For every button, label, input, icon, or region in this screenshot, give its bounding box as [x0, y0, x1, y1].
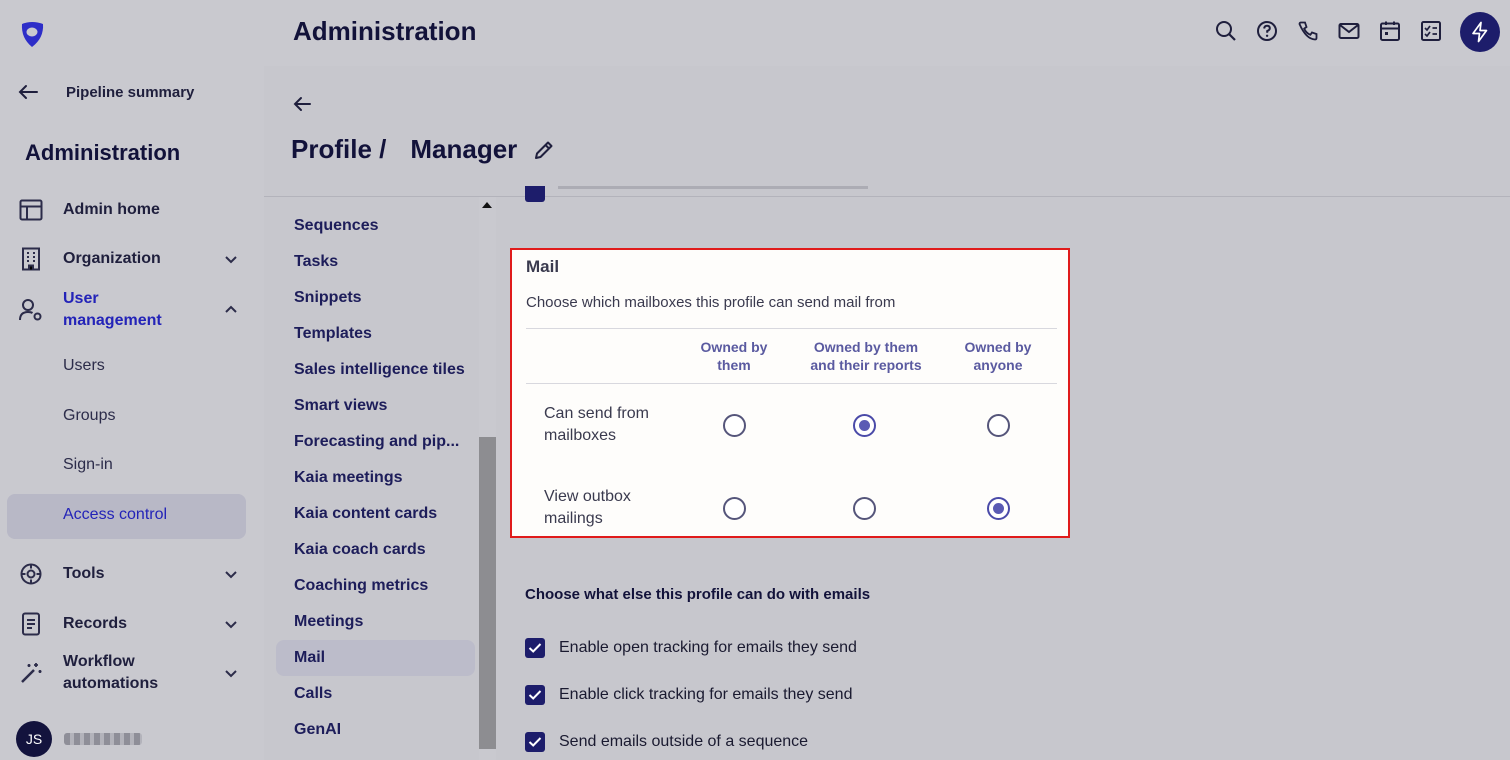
sidebar-item-admin-home[interactable]: Admin home	[18, 197, 246, 223]
user-settings-icon	[18, 297, 44, 323]
section-item-kaia-meetings[interactable]: Kaia meetings	[294, 469, 402, 487]
page-title: Administration	[293, 16, 477, 46]
chevron-down-icon	[225, 256, 237, 264]
section-item-coaching-metrics[interactable]: Coaching metrics	[294, 577, 428, 595]
radio-send-owned-by-them[interactable]	[723, 414, 746, 437]
profile-breadcrumb: Profile /	[291, 134, 387, 164]
option-send-outside-sequence[interactable]: Send emails outside of a sequence	[525, 732, 808, 752]
chevron-up-icon	[225, 305, 237, 313]
option-label: Enable click tracking for emails they se…	[559, 686, 853, 703]
section-item-sequences[interactable]: Sequences	[294, 217, 378, 235]
sidebar-item-label: Records	[63, 615, 128, 632]
table-divider	[526, 383, 1057, 384]
profile-name: Manager	[410, 134, 518, 164]
section-item-meetings[interactable]: Meetings	[294, 613, 363, 631]
admin-home-icon	[18, 197, 44, 223]
option-open-tracking[interactable]: Enable open tracking for emails they sen…	[525, 638, 857, 658]
sidebar-item-records[interactable]: Records	[18, 611, 246, 637]
email-options-title: Choose what else this profile can do wit…	[525, 586, 871, 603]
arrow-left-icon	[18, 85, 38, 99]
building-icon	[18, 246, 44, 272]
scrollbar-thumb[interactable]	[479, 437, 496, 749]
section-item-sales-intelligence-tiles[interactable]: Sales intelligence tiles	[294, 361, 465, 379]
user-name-redacted	[64, 733, 142, 745]
sidebar-subitem-sign-in[interactable]: Sign-in	[63, 456, 113, 474]
option-label: Send emails outside of a sequence	[559, 733, 809, 750]
chevron-down-icon	[225, 621, 237, 629]
help-icon[interactable]	[1256, 20, 1278, 42]
arrow-left-icon[interactable]	[292, 94, 312, 114]
section-item-genai[interactable]: GenAI	[294, 721, 341, 739]
option-label: Enable open tracking for emails they sen…	[559, 639, 857, 656]
records-icon	[18, 611, 44, 637]
sidebar-item-label: User management	[63, 290, 162, 329]
top-toolbar	[1215, 20, 1442, 42]
section-item-templates[interactable]: Templates	[294, 325, 372, 343]
option-click-tracking[interactable]: Enable click tracking for emails they se…	[525, 685, 852, 705]
pencil-icon[interactable]	[533, 139, 555, 161]
workflow-icon	[18, 660, 44, 686]
partially-visible-option	[558, 186, 868, 196]
checkmark-icon	[528, 737, 542, 747]
mail-section-description: Choose which mailboxes this profile can …	[526, 294, 896, 311]
column-header-owned-by-anyone: Owned by anyone	[964, 339, 1032, 373]
radio-send-owned-by-them-and-reports[interactable]	[853, 414, 876, 437]
row-label-can-send: Can send from mailboxes	[544, 405, 649, 444]
radio-outbox-owned-by-anyone[interactable]	[987, 497, 1010, 520]
section-item-forecasting[interactable]: Forecasting and pip...	[294, 433, 459, 451]
calendar-icon[interactable]	[1379, 20, 1401, 42]
column-header-owned-by-them-and-reports: Owned by them and their reports	[810, 339, 922, 373]
back-link-label: Pipeline summary	[66, 83, 195, 101]
section-item-calls[interactable]: Calls	[294, 685, 332, 703]
app-logo-icon[interactable]	[16, 18, 48, 50]
table-divider	[526, 328, 1057, 329]
sidebar-item-tools[interactable]: Tools	[18, 561, 246, 587]
phone-icon[interactable]	[1297, 20, 1319, 42]
checkbox-checked[interactable]	[525, 732, 545, 752]
back-to-pipeline-link[interactable]: Pipeline summary	[18, 78, 194, 106]
scroll-up-arrow-icon[interactable]	[482, 202, 492, 208]
sidebar-item-label: Admin home	[63, 201, 160, 218]
radio-send-owned-by-anyone[interactable]	[987, 414, 1010, 437]
section-item-kaia-content-cards[interactable]: Kaia content cards	[294, 505, 437, 523]
sidebar-title: Administration	[25, 140, 181, 165]
mail-permissions-card: Mail Choose which mailboxes this profile…	[510, 248, 1070, 538]
chevron-down-icon	[225, 670, 237, 678]
sidebar-item-user-management[interactable]: User management	[18, 287, 246, 333]
column-header-owned-by-them: Owned by them	[700, 339, 768, 373]
left-sidebar: Pipeline summary Administration Admin ho…	[0, 0, 264, 760]
sidebar-item-label: Tools	[63, 565, 105, 582]
sidebar-item-label: Workflow automations	[63, 653, 159, 692]
bolt-icon	[1472, 21, 1488, 43]
row-label-view-outbox: View outbox mailings	[544, 488, 631, 527]
sidebar-item-workflow-automations[interactable]: Workflow automations	[18, 650, 246, 696]
radio-outbox-owned-by-them-and-reports[interactable]	[853, 497, 876, 520]
search-icon[interactable]	[1215, 20, 1237, 42]
profile-heading: Profile / Manager	[291, 134, 555, 165]
section-item-mail[interactable]: Mail	[294, 649, 325, 667]
radio-outbox-owned-by-them[interactable]	[723, 497, 746, 520]
sidebar-subitem-users[interactable]: Users	[63, 357, 105, 375]
user-avatar[interactable]: JS	[16, 721, 52, 757]
sidebar-item-label: Organization	[63, 250, 161, 267]
tools-icon	[18, 561, 44, 587]
checkbox-partially-visible[interactable]	[525, 186, 545, 202]
checkbox-checked[interactable]	[525, 638, 545, 658]
mail-icon[interactable]	[1338, 20, 1360, 42]
section-list: Sequences Tasks Snippets Templates Sales…	[264, 197, 496, 760]
checkbox-checked[interactable]	[525, 685, 545, 705]
section-item-tasks[interactable]: Tasks	[294, 253, 338, 271]
checkmark-icon	[528, 643, 542, 653]
sidebar-subitem-groups[interactable]: Groups	[63, 407, 115, 425]
sidebar-item-organization[interactable]: Organization	[18, 246, 246, 272]
section-item-smart-views[interactable]: Smart views	[294, 397, 387, 415]
section-item-kaia-coach-cards[interactable]: Kaia coach cards	[294, 541, 426, 559]
tasks-icon[interactable]	[1420, 20, 1442, 42]
checkmark-icon	[528, 690, 542, 700]
section-item-snippets[interactable]: Snippets	[294, 289, 362, 307]
chevron-down-icon	[225, 571, 237, 579]
bolt-button[interactable]	[1460, 12, 1500, 52]
mail-section-title: Mail	[526, 257, 560, 276]
sidebar-subitem-access-control-label: Access control	[63, 506, 168, 523]
